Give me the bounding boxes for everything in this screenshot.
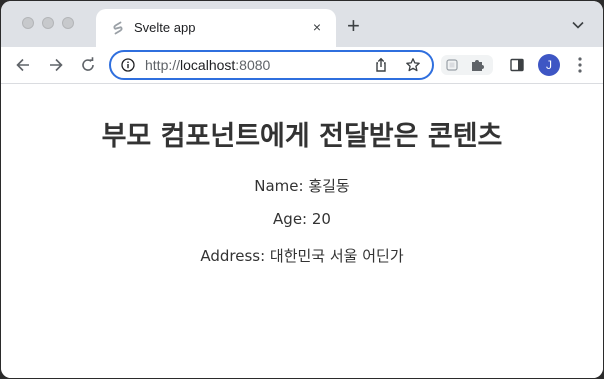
- window-close-button[interactable]: [22, 17, 34, 29]
- back-icon[interactable]: [13, 55, 33, 75]
- browser-window: Svelte app × + http://localhost:8080 J 부…: [1, 1, 603, 378]
- window-minimize-button[interactable]: [42, 17, 54, 29]
- page-content: 부모 컴포넌트에게 전달받은 콘텐츠 Name: 홍길동 Age: 20 Add…: [1, 84, 603, 378]
- page-heading: 부모 컴포넌트에게 전달받은 콘텐츠: [101, 121, 503, 152]
- url-scheme: http://: [145, 57, 181, 73]
- window-maximize-button[interactable]: [62, 17, 74, 29]
- forward-icon[interactable]: [46, 55, 66, 75]
- tab-svelte-app[interactable]: Svelte app ×: [96, 9, 336, 47]
- chevron-down-icon[interactable]: [571, 18, 585, 32]
- tab-strip: Svelte app × +: [1, 1, 603, 47]
- tab-title: Svelte app: [134, 20, 196, 35]
- share-icon[interactable]: [373, 57, 389, 73]
- age-text: Age: 20: [273, 210, 331, 228]
- close-icon[interactable]: ×: [310, 20, 324, 34]
- svelte-favicon-icon: [113, 21, 123, 35]
- new-tab-button[interactable]: +: [347, 15, 360, 37]
- url-host: localhost: [180, 57, 236, 73]
- address-bar[interactable]: http://localhost:8080: [109, 50, 434, 80]
- toolbar: http://localhost:8080 J: [1, 47, 603, 84]
- url-text: http://localhost:8080: [145, 57, 270, 73]
- profile-avatar[interactable]: J: [538, 54, 560, 76]
- extension-glyph-icon: [446, 59, 458, 71]
- address-text: Address: 대한민국 서울 어딘가: [200, 247, 404, 265]
- info-icon[interactable]: [121, 58, 135, 72]
- extensions-button[interactable]: [463, 55, 493, 75]
- star-icon[interactable]: [405, 57, 421, 73]
- url-port: :8080: [235, 57, 271, 73]
- name-text: Name: 홍길동: [254, 177, 350, 195]
- extension-icon[interactable]: [441, 55, 463, 75]
- reload-icon[interactable]: [78, 55, 98, 75]
- puzzle-icon: [472, 60, 484, 71]
- side-panel-icon[interactable]: [509, 57, 525, 73]
- kebab-menu-icon[interactable]: [577, 56, 583, 74]
